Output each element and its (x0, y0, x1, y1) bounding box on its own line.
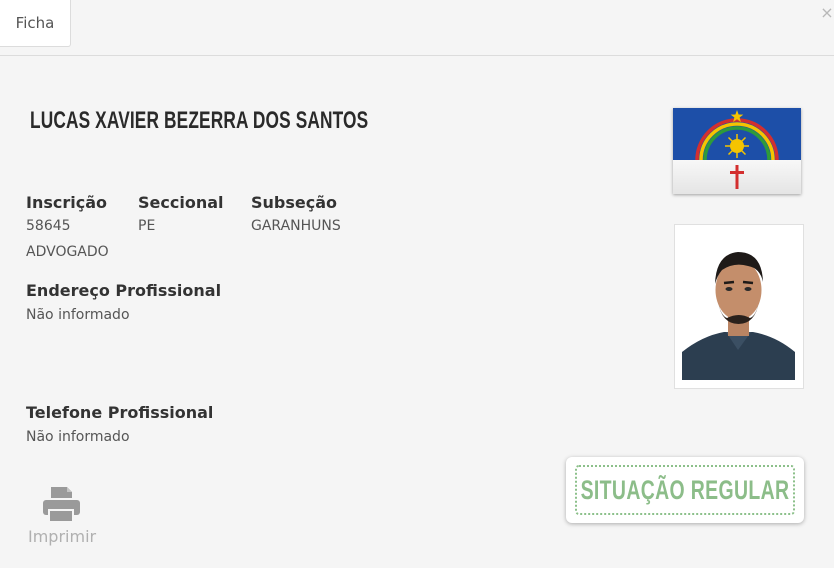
tab-ficha[interactable]: Ficha (0, 0, 71, 47)
subsecao-label: Subseção (251, 193, 338, 212)
status-badge-border: SITUAÇÃO REGULAR (575, 465, 795, 515)
pernambuco-flag (673, 108, 801, 194)
inscricao-value: 58645 (26, 218, 71, 234)
subsecao-value: GARANHUNS (251, 218, 341, 234)
seccional-value: PE (138, 218, 156, 234)
status-text: SITUAÇÃO REGULAR (580, 474, 790, 505)
professional-type: ADVOGADO (26, 244, 109, 260)
print-label: Imprimir (28, 527, 97, 546)
profile-photo (674, 224, 804, 389)
status-badge: SITUAÇÃO REGULAR (566, 457, 804, 523)
print-button[interactable]: Imprimir (26, 486, 98, 548)
endereco-label: Endereço Profissional (26, 281, 222, 300)
seccional-label: Seccional (138, 193, 224, 212)
telefone-value: Não informado (26, 429, 130, 445)
lawyer-name: LUCAS XAVIER BEZERRA DOS SANTOS (30, 107, 369, 134)
printer-icon (43, 487, 80, 523)
close-icon[interactable]: × (820, 3, 834, 23)
inscricao-label: Inscrição (26, 193, 107, 212)
endereco-value: Não informado (26, 307, 130, 323)
telefone-label: Telefone Profissional (26, 403, 214, 422)
tab-bar: Ficha × (0, 0, 834, 56)
